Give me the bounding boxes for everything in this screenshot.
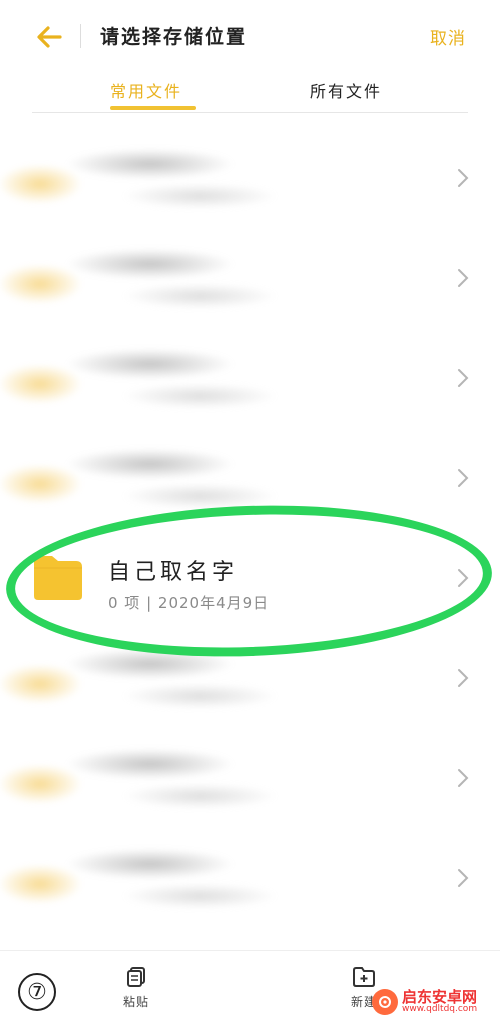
chevron-right-icon [458,169,469,187]
chevron-right-icon [458,569,469,587]
chevron-right-icon [458,269,469,287]
bottom-toolbar: ⑦ 粘贴 新建 启东安卓网 www.qdltdq.com [0,950,500,1024]
header-divider [80,24,81,48]
redacted-content [0,334,300,424]
list-item-custom-folder[interactable]: 自己取名字 0 项 | 2020年4月9日 [0,528,500,628]
chevron-right-icon [458,869,469,887]
step-number-badge: ⑦ [18,973,56,1011]
list-item[interactable] [0,428,500,528]
redacted-content [0,134,300,224]
tab-recent-files[interactable]: 常用文件 [110,78,182,102]
paste-button[interactable]: 粘贴 [106,965,166,1010]
chevron-right-icon [458,369,469,387]
redacted-content [0,434,300,524]
chevron-right-icon [458,769,469,787]
folder-name: 自己取名字 [108,560,239,585]
folder-icon [34,556,82,600]
list-item[interactable] [0,328,500,428]
redacted-content [0,634,300,724]
list-item[interactable] [0,228,500,328]
list-item[interactable] [0,128,500,228]
paste-icon [127,967,145,987]
watermark-main: 启东安卓网 [402,988,478,1006]
watermark-sub: www.qdltdq.com [402,1004,478,1014]
tab-bar: 常用文件 所有文件 [0,72,500,112]
page-title: 请选择存储位置 [100,26,248,48]
header: 请选择存储位置 取消 [0,0,500,72]
chevron-right-icon [458,669,469,687]
redacted-content [0,834,300,924]
list-item[interactable] [0,628,500,728]
cancel-button[interactable]: 取消 [430,24,466,49]
tab-indicator [110,106,196,110]
chevron-right-icon [458,469,469,487]
redacted-content [0,234,300,324]
new-folder-icon [353,967,375,987]
site-watermark: 启东安卓网 www.qdltdq.com [372,989,477,1015]
list-item[interactable] [0,828,500,928]
list-item[interactable] [0,728,500,828]
paste-label: 粘贴 [122,995,149,1009]
folder-list: 自己取名字 0 项 | 2020年4月9日 [0,128,500,928]
tab-all-files[interactable]: 所有文件 [310,78,382,102]
redacted-content [0,734,300,824]
watermark-logo-icon [372,989,398,1015]
arrow-left-icon[interactable] [34,22,64,52]
tab-divider [32,112,468,113]
folder-meta: 0 项 | 2020年4月9日 [108,594,270,612]
